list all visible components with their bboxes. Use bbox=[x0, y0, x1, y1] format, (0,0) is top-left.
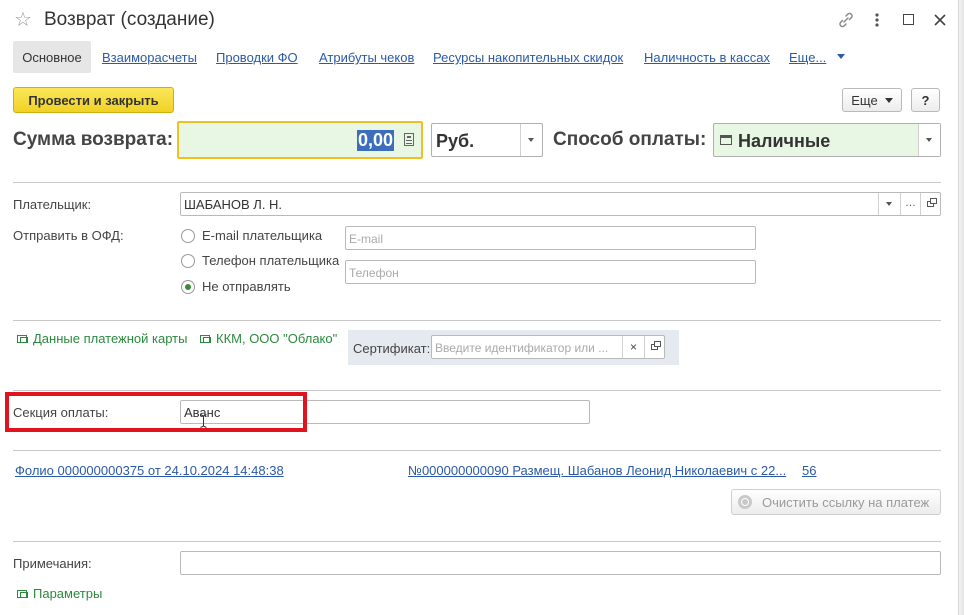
certificate-clear-icon[interactable]: × bbox=[622, 336, 644, 358]
payer-dropdown-icon[interactable] bbox=[878, 193, 900, 215]
amount-label: Сумма возврата: bbox=[13, 129, 174, 150]
amount-field[interactable]: 0,00 bbox=[177, 121, 423, 159]
ofd-radio-none[interactable] bbox=[181, 280, 195, 294]
tab-settlements[interactable]: Взаиморасчеты bbox=[102, 50, 197, 65]
ofd-radio-email[interactable] bbox=[181, 229, 195, 243]
maximize-icon[interactable] bbox=[903, 14, 914, 25]
payment-method-label: Способ оплаты: bbox=[553, 129, 707, 150]
placement-link[interactable]: №000000000090 Размещ. Шабанов Леонид Ник… bbox=[408, 463, 786, 478]
email-placeholder: E-mail bbox=[349, 232, 384, 246]
more-actions-label: Еще bbox=[851, 92, 878, 108]
ofd-option-phone[interactable]: Телефон плательщика bbox=[202, 253, 339, 268]
window-border bbox=[958, 0, 964, 615]
highlight-box bbox=[5, 392, 307, 432]
tab-postings-fo[interactable]: Проводки ФО bbox=[216, 50, 298, 65]
text-cursor-icon bbox=[200, 414, 207, 428]
payer-label: Плательщик: bbox=[13, 197, 92, 212]
divider bbox=[13, 182, 941, 183]
cash-icon bbox=[720, 135, 732, 145]
clear-payment-link-button[interactable]: Очистить ссылку на платеж bbox=[731, 489, 941, 515]
link-icon[interactable] bbox=[836, 10, 856, 30]
folio-link[interactable]: Фолио 000000000375 от 24.10.2024 14:48:3… bbox=[15, 463, 284, 478]
divider bbox=[13, 541, 941, 542]
payer-value: ШАБАНОВ Л. Н. bbox=[184, 197, 283, 212]
currency-dropdown-icon[interactable] bbox=[520, 124, 542, 156]
payer-open-icon[interactable] bbox=[920, 193, 940, 215]
placement-count-link[interactable]: 56 bbox=[802, 463, 816, 478]
notes-field[interactable] bbox=[180, 551, 941, 575]
post-and-close-button[interactable]: Провести и закрыть bbox=[13, 87, 174, 113]
more-menu-icon[interactable] bbox=[870, 10, 884, 30]
tab-more-chevron-icon[interactable] bbox=[837, 54, 845, 59]
kkm-link[interactable]: ККМ, ООО "Облако" bbox=[200, 331, 337, 346]
help-button[interactable]: ? bbox=[911, 88, 940, 112]
tab-main[interactable]: Основное bbox=[13, 41, 91, 73]
chevron-down-icon bbox=[884, 97, 893, 103]
notes-label: Примечания: bbox=[13, 556, 92, 571]
certificate-field[interactable]: Введите идентификатор или ... × bbox=[431, 335, 665, 359]
tab-cash-in-registers[interactable]: Наличность в кассах bbox=[644, 50, 770, 65]
favorite-star-icon[interactable]: ☆ bbox=[14, 9, 36, 31]
phone-field[interactable]: Телефон bbox=[345, 260, 756, 284]
tab-discount-resources[interactable]: Ресурсы накопительных скидок bbox=[433, 50, 623, 65]
amount-value: 0,00 bbox=[356, 130, 394, 151]
certificate-panel: Сертификат: Введите идентификатор или ..… bbox=[348, 330, 679, 365]
parameters-link[interactable]: Параметры bbox=[17, 586, 102, 601]
calculator-icon[interactable] bbox=[404, 133, 414, 146]
kkm-label: ККМ, ООО "Облако" bbox=[216, 331, 338, 346]
payment-method-dropdown-icon[interactable] bbox=[918, 124, 940, 156]
payer-select-icon[interactable]: … bbox=[900, 193, 920, 215]
payment-method-field[interactable]: Наличные bbox=[713, 123, 941, 157]
open-form-icon bbox=[200, 335, 211, 343]
open-form-icon bbox=[17, 590, 28, 598]
currency-value: Руб. bbox=[436, 131, 475, 151]
certificate-open-icon[interactable] bbox=[644, 336, 664, 358]
window-title: Возврат (создание) bbox=[44, 9, 215, 30]
divider bbox=[13, 320, 941, 321]
email-field[interactable]: E-mail bbox=[345, 226, 756, 250]
close-icon[interactable] bbox=[932, 10, 948, 30]
certificate-placeholder: Введите идентификатор или ... bbox=[435, 341, 609, 355]
help-label: ? bbox=[921, 92, 930, 108]
ofd-option-email[interactable]: E-mail плательщика bbox=[202, 228, 322, 243]
ofd-radio-phone[interactable] bbox=[181, 254, 195, 268]
clear-icon bbox=[738, 495, 752, 509]
payment-method-value: Наличные bbox=[738, 131, 831, 151]
card-data-link[interactable]: Данные платежной карты bbox=[17, 331, 187, 346]
ofd-option-none[interactable]: Не отправлять bbox=[202, 279, 291, 294]
divider bbox=[13, 450, 941, 451]
open-form-icon bbox=[17, 335, 28, 343]
ofd-label: Отправить в ОФД: bbox=[13, 228, 124, 243]
tab-main-label: Основное bbox=[22, 49, 82, 65]
currency-field[interactable]: Руб. bbox=[431, 123, 543, 157]
more-actions-button[interactable]: Еще bbox=[842, 88, 902, 112]
phone-placeholder: Телефон bbox=[349, 266, 399, 280]
card-data-label: Данные платежной карты bbox=[33, 331, 188, 346]
certificate-label: Сертификат: bbox=[353, 341, 431, 356]
divider bbox=[13, 390, 941, 391]
post-and-close-label: Провести и закрыть bbox=[28, 92, 159, 108]
payer-field[interactable]: ШАБАНОВ Л. Н. … bbox=[180, 192, 941, 216]
tab-more[interactable]: Еще... bbox=[789, 50, 826, 65]
parameters-label: Параметры bbox=[33, 586, 103, 601]
clear-payment-link-label: Очистить ссылку на платеж bbox=[762, 494, 930, 510]
tab-receipt-attributes[interactable]: Атрибуты чеков bbox=[319, 50, 414, 65]
